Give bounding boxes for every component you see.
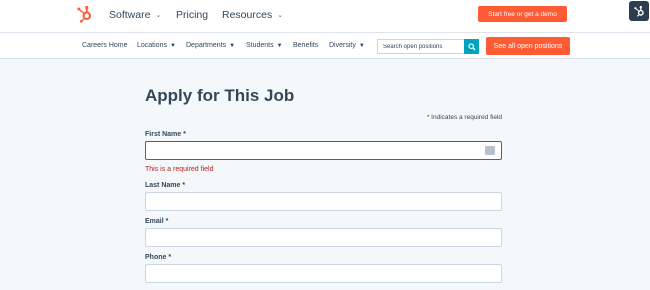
autofill-contact-icon[interactable] <box>485 146 495 155</box>
subnav-careers-home[interactable]: Careers Home <box>82 42 128 49</box>
caret-down-icon: ▼ <box>276 42 283 49</box>
form-title: Apply for This Job <box>145 86 295 105</box>
nav-software-label: Software <box>109 9 151 21</box>
phone-label: Phone * <box>145 254 172 261</box>
phone-field[interactable] <box>145 264 502 283</box>
subnav-locations[interactable]: Locations ▼ <box>137 42 176 49</box>
chevron-down-icon: ⌄ <box>155 12 162 19</box>
last-name-label: Last Name * <box>145 182 186 189</box>
required-note: * Indicates a required field <box>426 114 502 121</box>
first-name-label: First Name * <box>145 131 186 138</box>
subnav-label: Careers Home <box>82 42 128 49</box>
subnav-students[interactable]: Students ▼ <box>246 42 283 49</box>
nav-software[interactable]: Software ⌄ <box>109 9 161 21</box>
subnav-label: Benefits <box>293 42 319 49</box>
caret-down-icon: ▼ <box>229 42 236 49</box>
search-icon <box>467 42 476 51</box>
nav-resources-label: Resources <box>222 9 273 21</box>
email-field[interactable] <box>145 228 502 247</box>
nav-pricing[interactable]: Pricing <box>176 9 208 21</box>
subnav-label: Departments <box>186 42 227 49</box>
first-name-error: This is a required field <box>145 166 214 173</box>
caret-down-icon: ▼ <box>358 42 365 49</box>
top-header: Software ⌄ Pricing Resources ⌄ Start fre… <box>0 0 650 32</box>
see-all-positions-button[interactable]: See all open positions <box>486 37 570 55</box>
sprocket-white-icon <box>633 5 644 17</box>
subnav-label: Locations <box>137 42 167 49</box>
start-free-button[interactable]: Start free or get a demo <box>478 6 567 22</box>
subnav-diversity[interactable]: Diversity ▼ <box>329 42 365 49</box>
chevron-down-icon: ⌄ <box>277 12 284 19</box>
search-button[interactable] <box>464 39 479 54</box>
subnav-label: Diversity <box>329 42 356 49</box>
subnav-label: Students <box>246 42 274 49</box>
email-label: Email * <box>145 218 169 225</box>
nav-pricing-label: Pricing <box>176 9 209 21</box>
caret-down-icon: ▼ <box>169 42 176 49</box>
subnav-departments[interactable]: Departments ▼ <box>186 42 235 49</box>
nav-resources[interactable]: Resources ⌄ <box>222 9 283 21</box>
first-name-field[interactable] <box>145 141 502 160</box>
last-name-field[interactable] <box>145 192 502 211</box>
sprocket-logo-icon[interactable] <box>76 5 94 23</box>
search-input[interactable] <box>377 39 464 54</box>
subnav-benefits[interactable]: Benefits <box>293 42 318 49</box>
careers-subnav: Careers Home Locations ▼ Departments ▼ S… <box>0 32 650 59</box>
hubspot-badge-icon[interactable] <box>629 1 649 21</box>
